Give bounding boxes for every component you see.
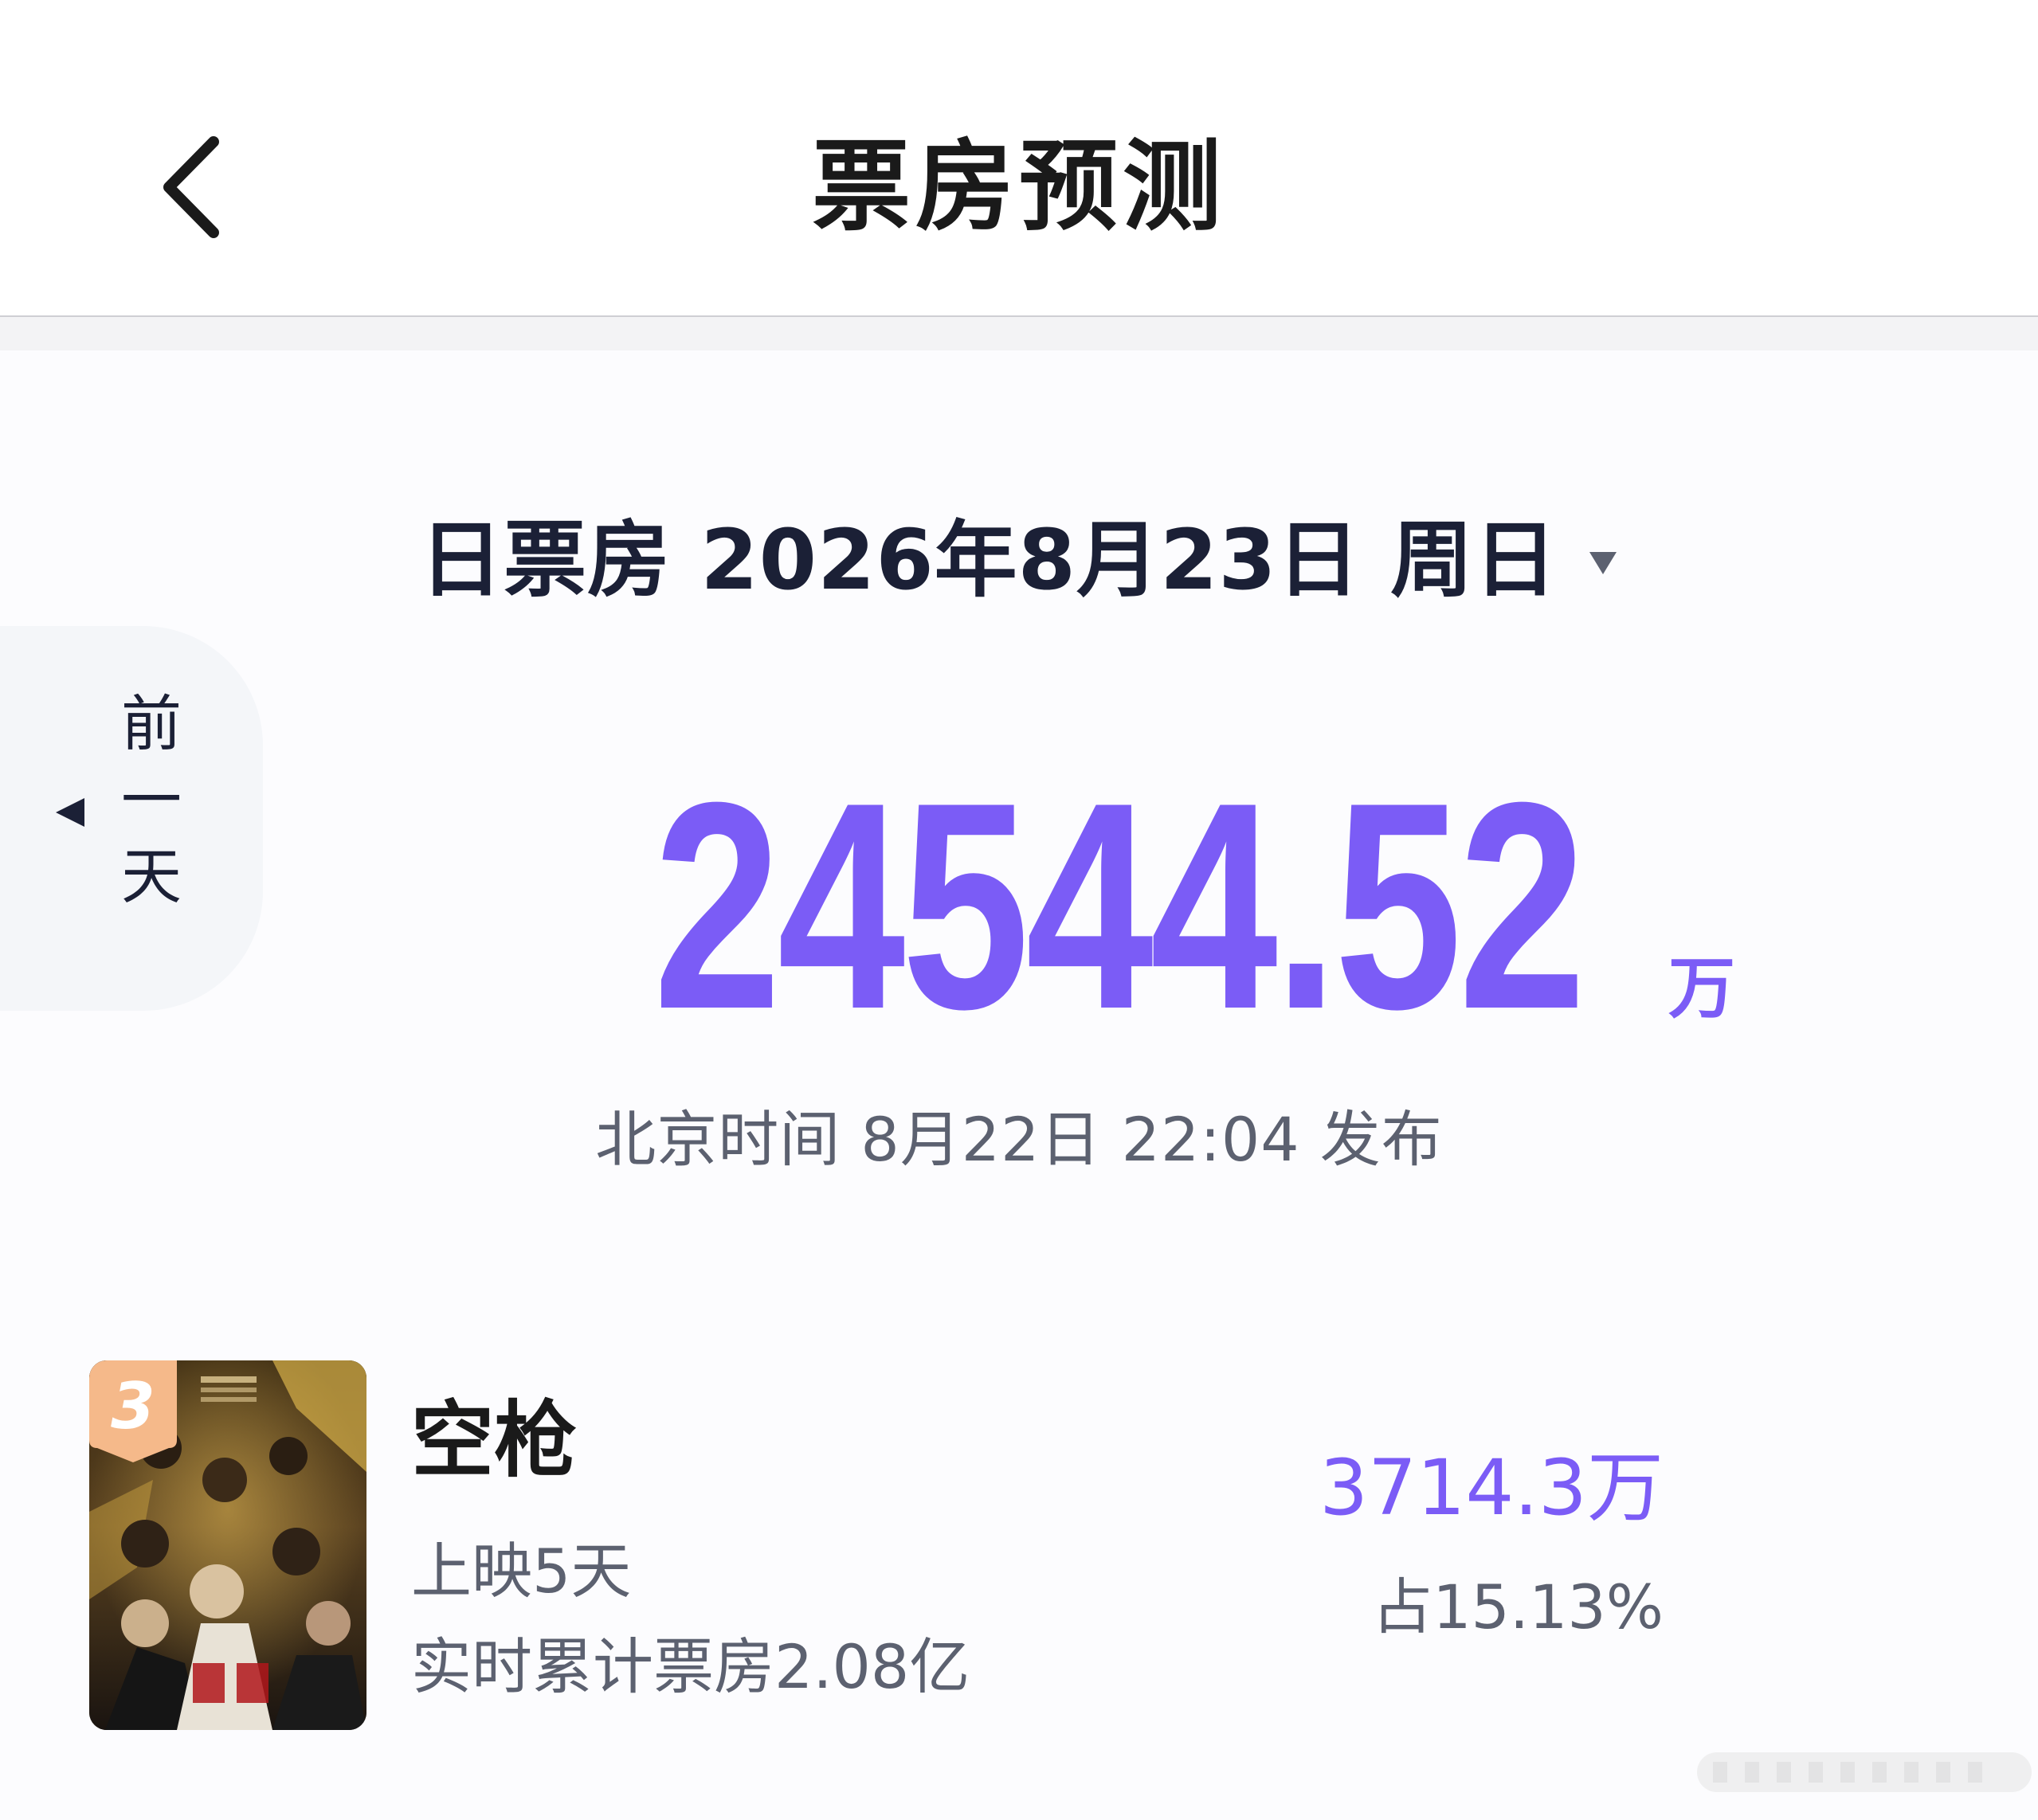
movie-share: 占15.13% [1372,1571,1664,1642]
date-selector-label: 日票房 2026年8月23日 周日 [420,511,1558,609]
section-divider [0,317,2038,350]
movie-days-showing: 上映5天 [411,1536,632,1607]
total-boxoffice-unit: 万 [1668,949,1736,1027]
movie-title[interactable]: 空枪 [411,1388,577,1492]
rank-badge: 3 [89,1360,177,1462]
total-boxoffice-value: 24544.52 [653,742,1586,1070]
movie-list-item[interactable]: 3 空枪 上映5天 实时累计票房2.08亿 3714.3万 占15.13% [0,1352,2038,1751]
movie-poster[interactable]: 3 [89,1360,366,1730]
main-content: 日票房 2026年8月23日 周日 前一天 24544.52 万 北京时间 8月… [0,317,2038,1820]
publish-time: 北京时间 8月22日 22:04 发布 [595,1104,1443,1175]
watermark-icon [1697,1744,2032,1800]
movie-cumulative-boxoffice: 实时累计票房2.08亿 [411,1631,970,1702]
date-selector[interactable]: 日票房 2026年8月23日 周日 [0,508,2038,612]
total-boxoffice: 24544.52 万 [0,742,2038,1070]
rank-number: 3 [111,1369,155,1443]
page-title: 票房预测 [811,130,1226,245]
caret-down-icon [1588,549,1618,577]
top-navigation-bar: 票房预测 [0,0,2038,317]
movie-daily-boxoffice: 3714.3万 [1319,1443,1664,1532]
